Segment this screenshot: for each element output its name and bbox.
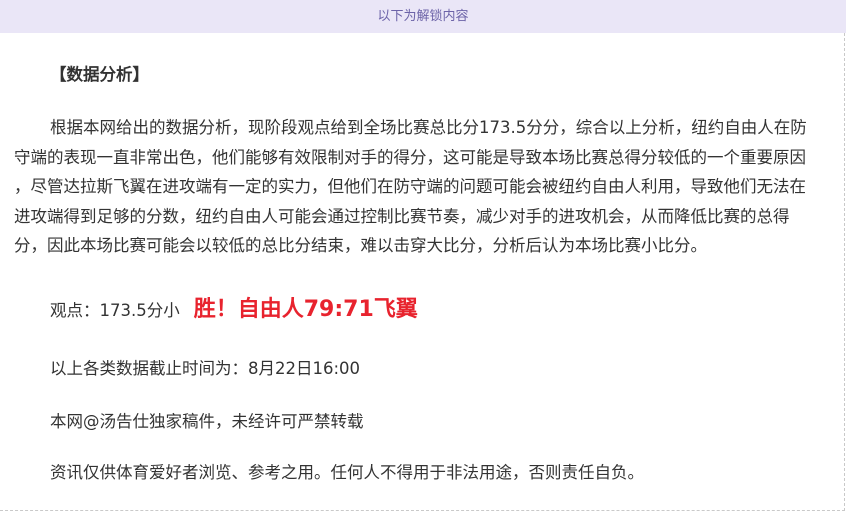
unlock-banner: 以下为解锁内容 [0,0,846,33]
disclaimer-text: 资讯仅供体育爱好者浏览、参考之用。任何人不得用于非法用途，否则责任自负。 [50,463,644,482]
copyright-notice: 本网@汤告仕独家稿件，未经许可严禁转载 [50,412,364,431]
article-body: 【数据分析】 根据本网给出的数据分析，现阶段观点给到全场比赛总比分173.5分分… [0,33,845,511]
opinion-label: 观点：173.5分小 [50,301,180,320]
data-cutoff-time: 以上各类数据截止时间为：8月22日16:00 [50,359,361,378]
result-highlight: 胜！自由人79:71飞翼 [193,297,418,322]
analysis-paragraph: 根据本网给出的数据分析，现阶段观点给到全场比赛总比分173.5分分，综合以上分析… [14,118,807,255]
opinion-row: 观点：173.5分小 胜！自由人79:71飞翼 [50,291,418,323]
section-title: 【数据分析】 [50,65,149,84]
